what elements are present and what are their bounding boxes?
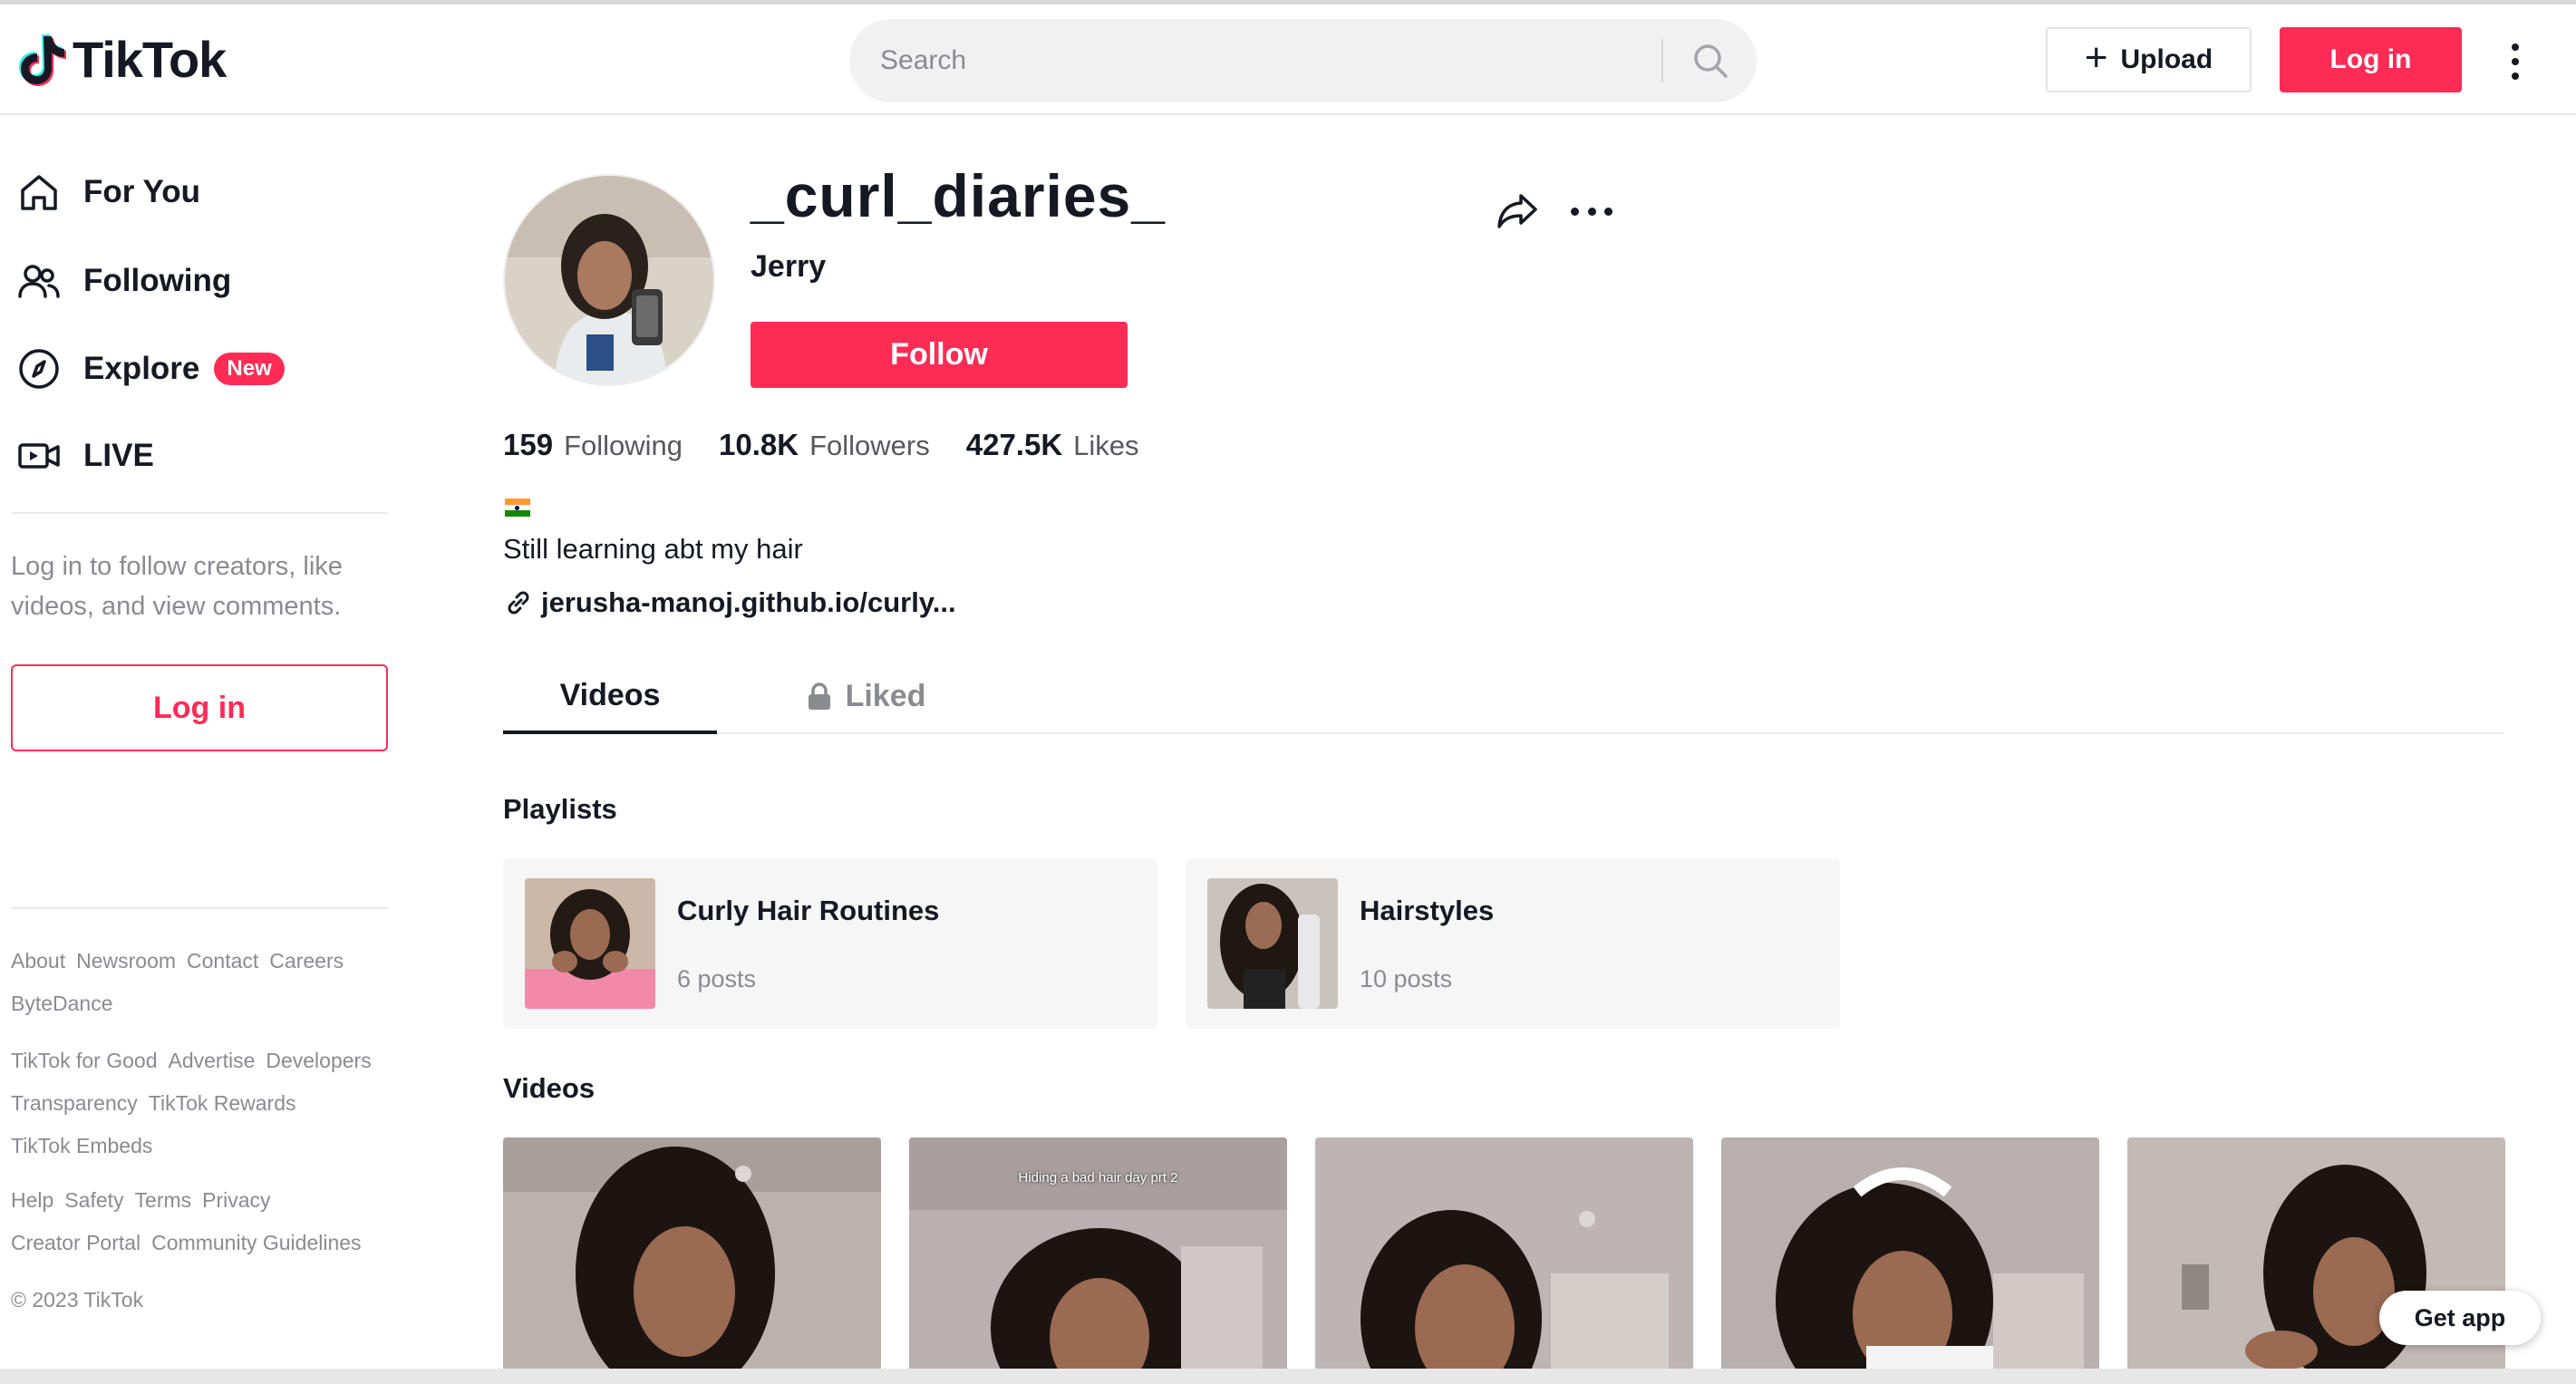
profile-link[interactable]: jerusha-manoj.github.io/curly... [503,586,956,619]
tab-label: Videos [559,677,661,712]
video-thumbnail[interactable] [1721,1137,2099,1373]
follow-button[interactable]: Follow [751,322,1128,388]
tab-liked[interactable]: Liked [775,660,956,732]
video-thumbnail[interactable]: Hiding a bad hair day prt 2 [909,1137,1287,1373]
playlist-thumbnail [1207,878,1338,1009]
footer-link[interactable]: Careers [269,949,344,973]
playlist-count: 6 posts [677,965,757,992]
stat-value: 159 [503,428,554,461]
more-options-icon[interactable] [2499,36,2532,87]
compass-icon [19,349,59,389]
footer-link[interactable]: TikTok for Good [11,1049,157,1072]
tiktok-logo-icon [19,34,66,86]
profile-more-icon[interactable] [1571,198,1612,225]
playlist-card[interactable]: Curly Hair Routines 6 posts [503,858,1157,1029]
search-icon [1694,44,1728,78]
sidebar-divider [11,907,388,909]
sidebar: For You Following Explore New LIVE Log i… [0,115,399,1384]
tiktok-logo[interactable]: TikTok [16,30,227,89]
tab-videos[interactable]: Videos [503,660,717,734]
profile-link-text: jerusha-manoj.github.io/curly... [541,586,956,618]
playlists-title: Playlists [503,793,617,825]
profile-bio: Still learning abt my hair [503,533,803,565]
playlist-count: 10 posts [1360,965,1453,992]
footer-link[interactable]: ByteDance [11,992,113,1015]
footer-link[interactable]: Contact [187,949,258,973]
footer-link[interactable]: Newsroom [76,949,176,973]
video-caption: Hiding a bad hair day prt 2 [1018,1170,1178,1186]
search-divider [1661,39,1663,82]
footer-link[interactable]: Help [11,1188,53,1212]
footer-link[interactable]: Advertise [168,1049,255,1072]
stat-label: Likes [1073,430,1139,461]
upload-button[interactable]: + Upload [2046,27,2252,92]
video-thumbnail[interactable] [503,1137,881,1373]
videos-title: Videos [503,1072,596,1104]
profile-username: _curl_diaries_ [751,162,1166,229]
search-bar [849,19,1757,102]
india-flag-icon [505,498,530,518]
sidebar-login-button[interactable]: Log in [11,664,388,751]
footer-link[interactable]: TikTok Embeds [11,1134,152,1157]
footer-links-group-2: TikTok for Good Advertise Developers Transp… [11,1040,401,1167]
stat-label: Followers [809,430,930,461]
footer-link[interactable]: Safety [64,1188,123,1212]
footer-link[interactable]: Developers [266,1049,371,1072]
playlist-card[interactable]: Hairstyles 10 posts [1186,858,1840,1029]
footer-link[interactable]: Community Guidelines [151,1231,361,1254]
new-badge: New [214,353,285,385]
sidebar-item-for-you[interactable]: For You [16,165,200,219]
upload-label: Upload [2120,44,2213,74]
avatar [503,174,715,386]
sidebar-item-explore[interactable]: Explore New [16,342,285,396]
stat-following[interactable]: 159 Following [503,428,683,462]
sidebar-item-live[interactable]: LIVE [16,429,154,483]
footer-links-group-1: About Newsroom Contact Careers ByteDance [11,940,401,1025]
footer-link[interactable]: Privacy [202,1188,270,1212]
profile-tabs: Videos Liked [503,660,2504,734]
sidebar-item-label: Following [83,263,232,298]
playlist-title: Hairstyles [1360,895,1495,926]
footer-link[interactable]: Creator Portal [11,1231,140,1254]
stat-value: 10.8K [719,428,799,461]
playlist-title: Curly Hair Routines [677,895,940,926]
top-header: TikTok + Upload Log in [0,5,2576,115]
stat-likes[interactable]: 427.5K Likes [966,428,1139,462]
home-icon [21,175,57,210]
bottom-scroll-edge [0,1369,2576,1384]
link-icon [508,591,529,615]
playlist-thumbnail [525,878,655,1009]
lock-icon [808,682,830,710]
stat-followers[interactable]: 10.8K Followers [719,428,930,462]
stat-value: 427.5K [965,428,1063,461]
plus-icon: + [2084,35,2108,80]
profile-nickname: Jerry [751,249,827,284]
profile-stats: 159 Following 10.8K Followers 427.5K Lik… [503,428,1176,462]
avatar-image [505,176,713,384]
tab-label: Liked [845,678,926,713]
users-icon [18,265,60,298]
video-thumbnail[interactable] [1315,1137,1693,1373]
search-button[interactable] [1665,19,1756,102]
logo-wordmark: TikTok [73,31,227,88]
footer-links-group-3: Help Safety Terms Privacy Creator Portal Comm… [11,1179,401,1264]
get-app-button[interactable]: Get app [2379,1291,2541,1345]
copyright-text: © 2023 TikTok [11,1288,144,1311]
live-camera-icon [18,443,60,469]
footer-link[interactable]: TikTok Rewards [149,1091,296,1115]
login-hint-text: Log in to follow creators, like videos, … [11,552,343,621]
sidebar-item-following[interactable]: Following [16,254,231,308]
header-login-button[interactable]: Log in [2280,27,2462,92]
stat-label: Following [564,430,683,461]
sidebar-item-label: For You [83,174,200,209]
sidebar-item-label: LIVE [83,438,154,473]
share-icon[interactable] [1496,189,1539,232]
footer-link[interactable]: Terms [135,1188,192,1212]
footer-link[interactable]: About [11,949,65,973]
sidebar-item-label: Explore [83,351,200,386]
footer-link[interactable]: Transparency [11,1091,138,1115]
sidebar-divider [11,512,388,514]
search-input[interactable] [880,19,1587,102]
